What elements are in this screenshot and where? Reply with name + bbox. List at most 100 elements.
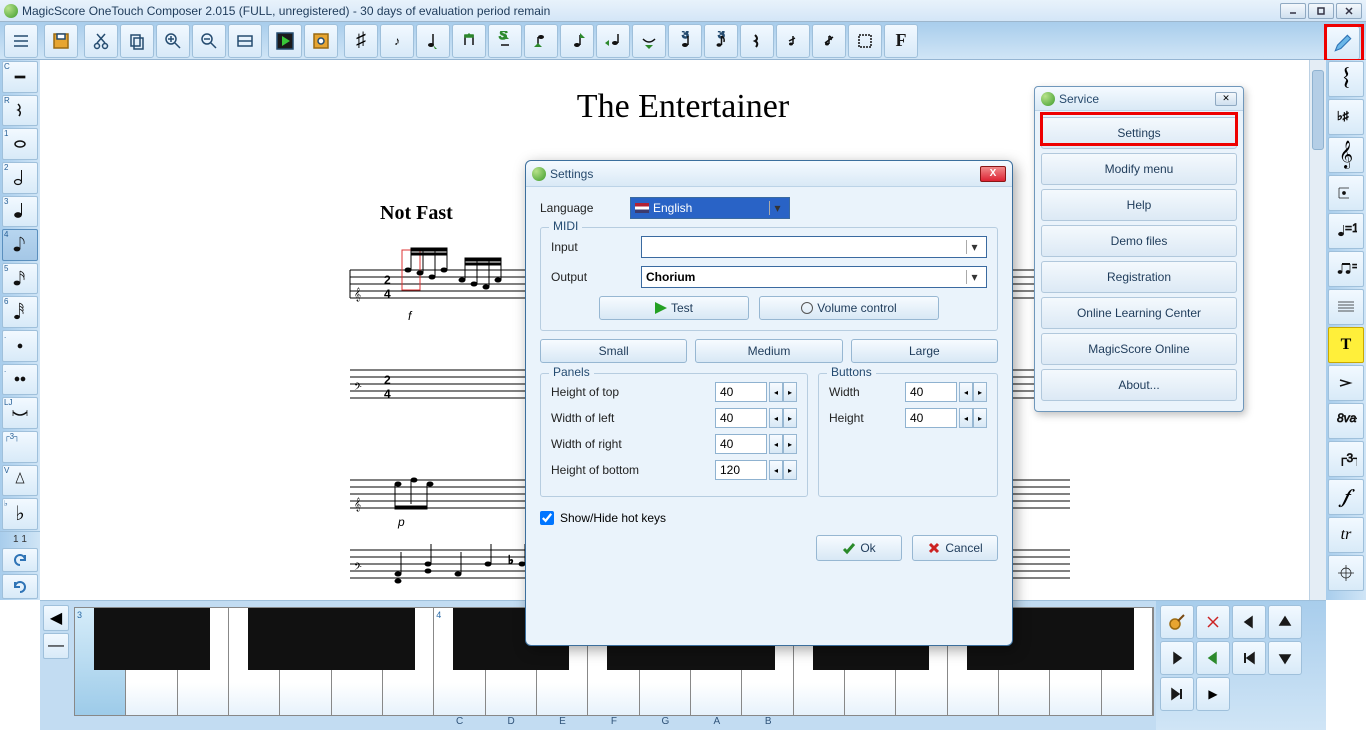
tie-down-tool[interactable]: [632, 24, 666, 58]
ok-button[interactable]: Ok: [816, 535, 902, 561]
pal-flat[interactable]: ♭♭: [2, 498, 38, 530]
panels-inc-2[interactable]: ▸: [783, 434, 797, 454]
pal-text[interactable]: T: [1328, 327, 1364, 363]
pal-swing[interactable]: =: [1328, 251, 1364, 287]
pal-eighth-note[interactable]: 4: [2, 229, 38, 261]
selection-tool[interactable]: [848, 24, 882, 58]
play-button[interactable]: [268, 24, 302, 58]
copy-button[interactable]: [120, 24, 154, 58]
panels-inc-0[interactable]: ▸: [783, 382, 797, 402]
add-note-left-tool[interactable]: [596, 24, 630, 58]
pal-dynamic-f[interactable]: 𝆑: [1328, 479, 1364, 515]
scroll-left-button[interactable]: ◀: [43, 605, 69, 631]
octave-down-button[interactable]: [1268, 641, 1302, 675]
buttons-input-1[interactable]: [905, 408, 957, 428]
black-key-5[interactable]: [351, 608, 416, 670]
midi-input-dropdown[interactable]: ▾: [641, 236, 987, 258]
pal-trill[interactable]: tr: [1328, 517, 1364, 553]
pal-voice[interactable]: V: [2, 465, 38, 497]
midi-test-button[interactable]: Test: [599, 296, 749, 320]
beam-up-tool[interactable]: [452, 24, 486, 58]
pal-r-rest[interactable]: R: [2, 95, 38, 127]
pal-r3[interactable]: ┌3┐: [1328, 441, 1364, 477]
pal-accent[interactable]: [1328, 365, 1364, 401]
panels-dec-3[interactable]: ◂: [769, 460, 783, 480]
hotkeys-checkbox[interactable]: [540, 511, 554, 525]
buttons-dec-1[interactable]: ◂: [959, 408, 973, 428]
buttons-input-0[interactable]: [905, 382, 957, 402]
pal-stafflines[interactable]: [1328, 289, 1364, 325]
volume-control-button[interactable]: Volume control: [759, 296, 939, 320]
service-item-magicscore-online[interactable]: MagicScore Online: [1041, 333, 1237, 365]
forward-button[interactable]: [1160, 641, 1194, 675]
service-item-settings[interactable]: Settings: [1041, 117, 1237, 149]
instrument-button[interactable]: [304, 24, 338, 58]
pal-brace[interactable]: 𝄔: [1328, 61, 1364, 97]
forte-tool[interactable]: F: [884, 24, 918, 58]
pal-quarter-note[interactable]: 3: [2, 196, 38, 228]
black-key-1[interactable]: [145, 608, 210, 670]
grace-slash-tool[interactable]: [812, 24, 846, 58]
pal-target[interactable]: [1328, 555, 1364, 591]
confirm-button[interactable]: [1196, 641, 1230, 675]
fit-width-button[interactable]: [228, 24, 262, 58]
buttons-inc-0[interactable]: ▸: [973, 382, 987, 402]
octave-up-button[interactable]: [1268, 605, 1302, 639]
black-key-19[interactable]: [1069, 608, 1134, 670]
size-medium-button[interactable]: Medium: [695, 339, 842, 363]
cancel-button[interactable]: Cancel: [912, 535, 998, 561]
collapse-button[interactable]: —: [43, 633, 69, 659]
service-item-online-learning-center[interactable]: Online Learning Center: [1041, 297, 1237, 329]
buttons-dec-0[interactable]: ◂: [959, 382, 973, 402]
panels-input-0[interactable]: [715, 382, 767, 402]
minimize-button[interactable]: [1280, 3, 1306, 19]
zoom-out-button[interactable]: [192, 24, 226, 58]
pen-tool[interactable]: [1326, 26, 1360, 60]
scroll-right-button[interactable]: ▶: [1196, 677, 1230, 711]
maximize-button[interactable]: [1308, 3, 1334, 19]
grace-note-tool[interactable]: [776, 24, 810, 58]
vertical-scrollbar[interactable]: [1309, 60, 1326, 600]
panels-dec-2[interactable]: ◂: [769, 434, 783, 454]
panels-dec-1[interactable]: ◂: [769, 408, 783, 428]
pal-32nd-note[interactable]: 6: [2, 296, 38, 328]
pal-double-dot[interactable]: .: [2, 364, 38, 396]
triplet-eighth-tool[interactable]: 3: [704, 24, 738, 58]
size-large-button[interactable]: Large: [851, 339, 998, 363]
panels-input-3[interactable]: [715, 460, 767, 480]
sharp-tool[interactable]: ♯: [344, 24, 378, 58]
save-button[interactable]: [44, 24, 78, 58]
close-button[interactable]: [1336, 3, 1362, 19]
to-end-button[interactable]: [1160, 677, 1194, 711]
language-dropdown[interactable]: English ▾: [630, 197, 790, 219]
pal-whole-note[interactable]: 1: [2, 128, 38, 160]
panels-inc-3[interactable]: ▸: [783, 460, 797, 480]
stem-up-green-tool[interactable]: [560, 24, 594, 58]
eighth-down-tool[interactable]: [416, 24, 450, 58]
settings-close-button[interactable]: X: [980, 166, 1006, 182]
zoom-in-button[interactable]: [156, 24, 190, 58]
pal-clef[interactable]: 𝄞: [1328, 137, 1364, 173]
panels-input-2[interactable]: [715, 434, 767, 454]
pal-half-note[interactable]: 2: [2, 162, 38, 194]
service-item-about-[interactable]: About...: [1041, 369, 1237, 401]
pal-dot[interactable]: .: [2, 330, 38, 362]
pal-c-rest[interactable]: C: [2, 61, 38, 93]
service-item-help[interactable]: Help: [1041, 189, 1237, 221]
pal-tie[interactable]: LJ: [2, 397, 38, 429]
service-item-demo-files[interactable]: Demo files: [1041, 225, 1237, 257]
service-item-registration[interactable]: Registration: [1041, 261, 1237, 293]
delete-button[interactable]: [1196, 605, 1230, 639]
cut-button[interactable]: [84, 24, 118, 58]
pal-tempo-120[interactable]: =120: [1328, 213, 1364, 249]
to-start-button[interactable]: [1232, 641, 1266, 675]
pal-sixteenth-note[interactable]: 5: [2, 263, 38, 295]
size-small-button[interactable]: Small: [540, 339, 687, 363]
rewind-button[interactable]: [1232, 605, 1266, 639]
eighth-up-tool[interactable]: ♪: [380, 24, 414, 58]
midi-output-dropdown[interactable]: Chorium ▾: [641, 266, 987, 288]
triplet-quarter-tool[interactable]: 3: [668, 24, 702, 58]
pal-articulation[interactable]: [1328, 175, 1364, 211]
panels-input-1[interactable]: [715, 408, 767, 428]
stem-down-tool[interactable]: [524, 24, 558, 58]
